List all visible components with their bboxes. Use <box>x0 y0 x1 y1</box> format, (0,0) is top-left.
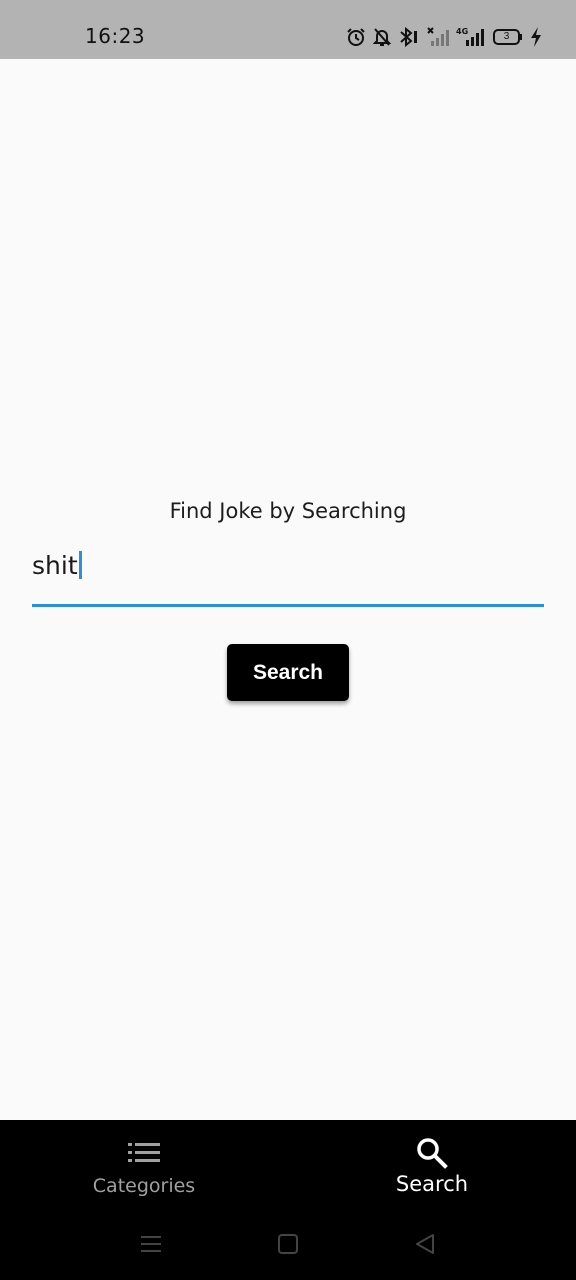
bottom-navigation: Categories Search <box>0 1120 576 1218</box>
text-caret <box>78 551 82 579</box>
battery-level: 3 <box>503 31 510 42</box>
bluetooth-icon <box>398 27 420 47</box>
nav-item-categories[interactable]: Categories <box>44 1120 244 1218</box>
search-icon <box>416 1138 448 1169</box>
search-input-value[interactable]: shit <box>32 551 82 580</box>
search-input[interactable]: shit <box>32 547 544 607</box>
notifications-off-icon <box>373 27 391 47</box>
nav-label-categories: Categories <box>92 1175 196 1197</box>
recents-menu-icon[interactable] <box>140 1232 162 1261</box>
svg-text:4G: 4G <box>456 27 468 36</box>
list-icon <box>128 1138 160 1168</box>
status-time: 16:23 <box>85 24 146 48</box>
search-button[interactable]: Search <box>227 644 349 701</box>
page-prompt: Find Joke by Searching <box>169 499 407 523</box>
alarm-icon <box>346 27 366 47</box>
nav-label-search: Search <box>395 1172 469 1196</box>
home-square-icon[interactable] <box>277 1232 299 1261</box>
status-bar: 16:23 4G 3 <box>0 0 576 59</box>
status-icons: 4G 3 <box>346 26 542 48</box>
search-input-text[interactable]: shit <box>32 551 78 580</box>
nav-item-search[interactable]: Search <box>332 1120 532 1218</box>
search-page: Find Joke by Searching shit Search <box>0 59 576 1120</box>
signal-no-service-icon <box>427 27 449 47</box>
signal-4g-icon: 4G <box>456 27 486 47</box>
back-triangle-icon[interactable] <box>414 1232 436 1261</box>
system-navigation-bar <box>0 1218 576 1280</box>
battery-icon: 3 <box>493 29 523 45</box>
charging-icon <box>530 27 542 47</box>
